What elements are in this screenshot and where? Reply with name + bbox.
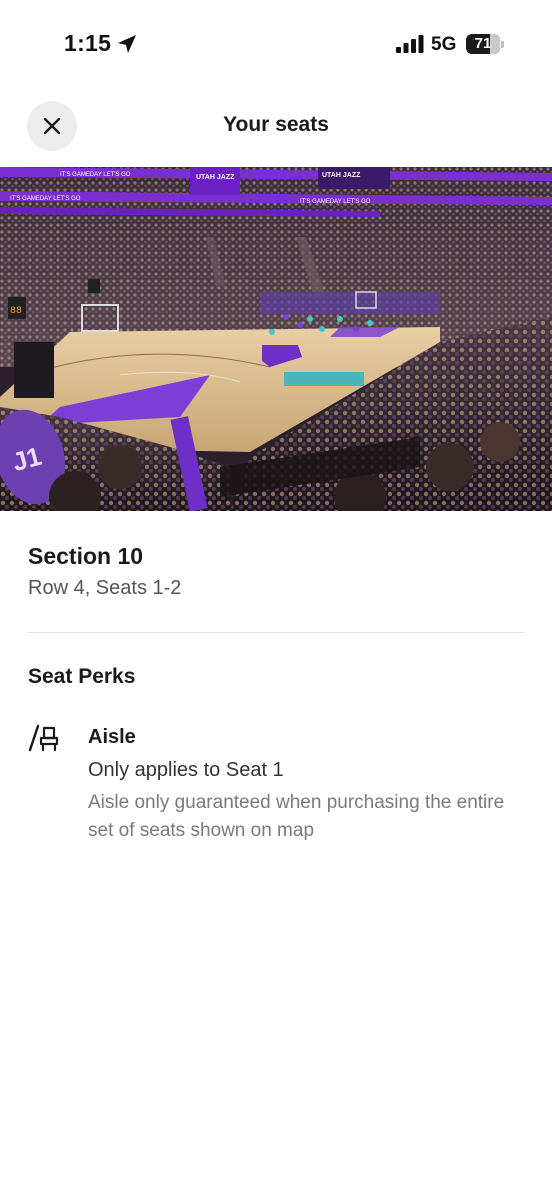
cellular-signal-icon (396, 35, 424, 53)
status-time: 1:15 (64, 30, 112, 56)
perk-title: Aisle (88, 726, 136, 748)
aisle-seat-icon (28, 724, 59, 752)
battery-level: 71 (474, 35, 492, 52)
page-title: Your seats (223, 113, 329, 136)
seat-perks-heading: Seat Perks (28, 665, 136, 688)
ribbon-text: IT'S GAMEDAY LET'S GO (60, 172, 131, 178)
svg-text:IT'S GAMEDAY LET'S GO: IT'S GAMEDAY LET'S GO (300, 199, 371, 205)
arena-view-image[interactable]: IT'S GAMEDAY LET'S GO IT'S GAMEDAY LET'S… (0, 167, 552, 511)
section-title: Section 10 (28, 543, 144, 569)
svg-text:88: 88 (10, 306, 22, 317)
row-seats-info: Row 4, Seats 1-2 (28, 577, 182, 599)
svg-text:IT'S GAMEDAY LET'S GO: IT'S GAMEDAY LET'S GO (10, 196, 81, 202)
divider (28, 632, 524, 633)
status-bar: 1:15 5G 71 (0, 0, 552, 90)
perk-note: Aisle only guaranteed when purchasing th… (88, 792, 505, 841)
battery-icon: 71 (466, 34, 504, 54)
network-label: 5G (431, 34, 457, 55)
arena-illustration: IT'S GAMEDAY LET'S GO IT'S GAMEDAY LET'S… (0, 167, 552, 511)
banner-text: UTAH JAZZ (196, 174, 235, 181)
svg-text:UTAH JAZZ: UTAH JAZZ (322, 172, 361, 179)
location-arrow-icon (118, 35, 136, 53)
perk-subtitle: Only applies to Seat 1 (88, 759, 284, 781)
